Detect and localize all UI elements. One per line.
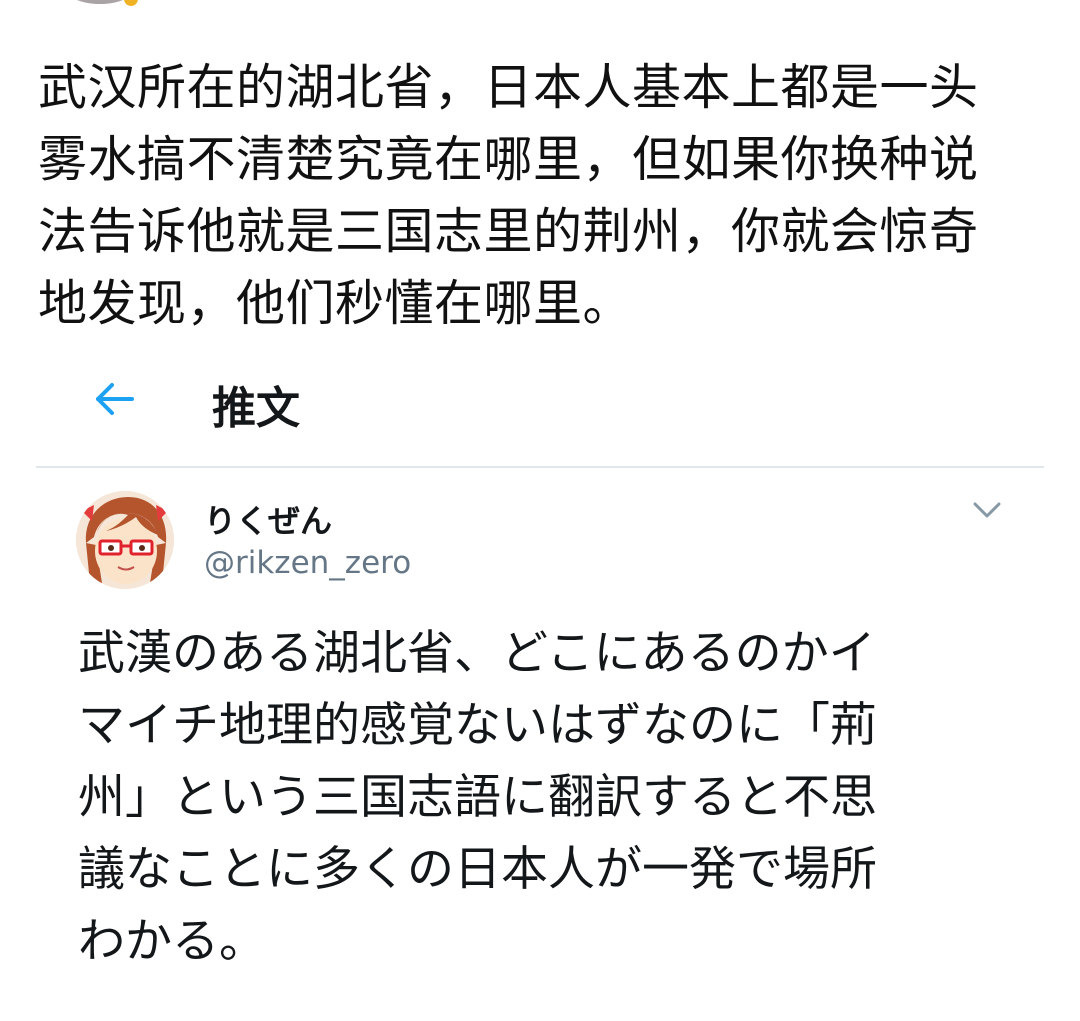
avatar[interactable] xyxy=(76,491,174,589)
page-title: 推文 xyxy=(212,383,300,434)
arrow-left-icon xyxy=(96,383,134,415)
tweet-text: 武漢のある湖北省、どこにあるのかイ マイチ地理的感覚ないはずなのに「荊 州」とい… xyxy=(78,626,877,969)
previous-badge-partial xyxy=(124,0,138,6)
author-handle[interactable]: @rikzen_zero xyxy=(204,545,411,581)
back-button[interactable] xyxy=(90,374,140,424)
author-display-name[interactable]: りくぜん xyxy=(204,496,332,542)
chevron-down-icon xyxy=(973,502,1001,518)
more-options-button[interactable] xyxy=(968,496,1006,526)
tweet-header: 推文 xyxy=(36,360,1044,468)
post-caption: 武汉所在的湖北省，日本人基本上都是一头 雾水搞不清楚究竟在哪里，但如果你换种说 … xyxy=(38,59,979,332)
avatar-anime-girl-glasses-icon xyxy=(76,491,174,589)
